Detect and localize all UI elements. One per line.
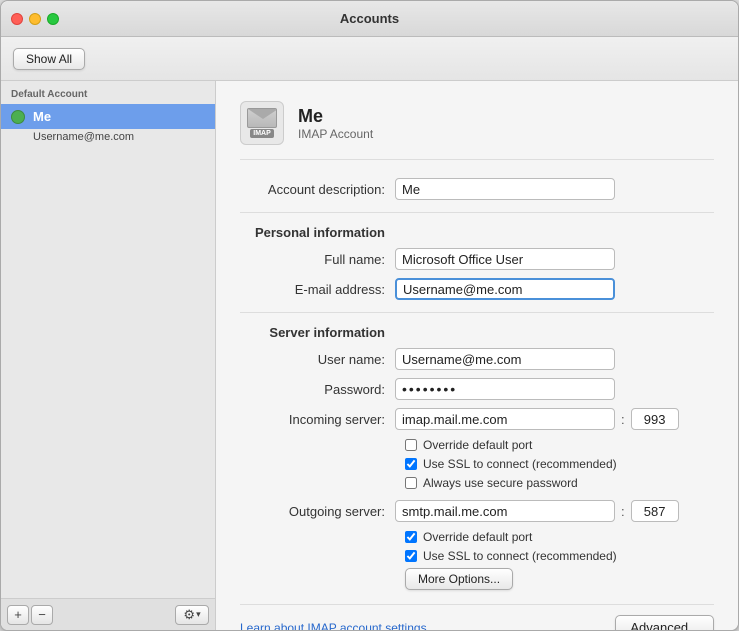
incoming-server-label: Incoming server:	[240, 412, 395, 427]
incoming-server-input[interactable]	[395, 408, 615, 430]
title-bar: Accounts	[1, 1, 738, 37]
sidebar-footer: + − ⚙ ▾	[1, 598, 215, 630]
show-all-button[interactable]: Show All	[13, 48, 85, 70]
account-display-name: Me	[298, 106, 373, 127]
sidebar-header: Default Account	[1, 81, 215, 104]
gear-icon: ⚙	[183, 607, 195, 623]
divider-2	[240, 312, 714, 313]
divider-1	[240, 212, 714, 213]
sidebar-account-email: Username@me.com	[1, 129, 215, 147]
email-row: E-mail address:	[240, 278, 714, 300]
sidebar-account-name: Me	[33, 109, 51, 124]
outgoing-server-input[interactable]	[395, 500, 615, 522]
content-area: Default Account Me Username@me.com + − ⚙	[1, 81, 738, 630]
sidebar-account-item[interactable]: Me	[1, 104, 215, 129]
use-ssl-outgoing-label: Use SSL to connect (recommended)	[423, 549, 617, 563]
personal-info-section-label: Personal information	[240, 225, 395, 240]
account-icon: IMAP	[240, 101, 284, 145]
outgoing-server-fields: :	[395, 500, 679, 522]
more-options-button[interactable]: More Options...	[405, 568, 513, 590]
account-title-block: Me IMAP Account	[298, 106, 373, 141]
window-title: Accounts	[340, 11, 399, 26]
override-outgoing-checkbox[interactable]	[405, 531, 417, 543]
sidebar: Default Account Me Username@me.com + − ⚙	[1, 81, 216, 630]
gear-arrow-icon: ▾	[196, 609, 201, 620]
learn-link[interactable]: Learn about IMAP account settings	[240, 621, 427, 631]
username-input[interactable]	[395, 348, 615, 370]
account-type-label: IMAP Account	[298, 127, 373, 141]
email-input[interactable]	[395, 278, 615, 300]
outgoing-server-row: Outgoing server: :	[240, 500, 714, 522]
full-name-row: Full name:	[240, 248, 714, 270]
toolbar: Show All	[1, 37, 738, 81]
override-outgoing-row: Override default port	[240, 530, 714, 544]
personal-info-section-row: Personal information	[240, 225, 714, 240]
email-label: E-mail address:	[240, 282, 395, 297]
gear-menu-button[interactable]: ⚙ ▾	[175, 605, 209, 625]
outgoing-port-separator: :	[621, 504, 625, 519]
use-ssl-incoming-checkbox[interactable]	[405, 458, 417, 470]
add-account-button[interactable]: +	[7, 605, 29, 625]
password-input[interactable]	[395, 378, 615, 400]
account-header: IMAP Me IMAP Account	[240, 101, 714, 160]
account-description-label: Account description:	[240, 182, 395, 197]
main-window: Accounts Show All Default Account Me Use…	[0, 0, 739, 631]
always-secure-checkbox[interactable]	[405, 477, 417, 489]
traffic-lights	[11, 13, 59, 25]
override-incoming-row: Override default port	[240, 438, 714, 452]
more-options-row: More Options...	[240, 568, 714, 590]
use-ssl-incoming-label: Use SSL to connect (recommended)	[423, 457, 617, 471]
ssl-outgoing-row: Use SSL to connect (recommended)	[240, 549, 714, 563]
remove-account-button[interactable]: −	[31, 605, 53, 625]
use-ssl-outgoing-checkbox[interactable]	[405, 550, 417, 562]
outgoing-server-label: Outgoing server:	[240, 504, 395, 519]
imap-badge: IMAP	[250, 129, 274, 138]
outgoing-port-input[interactable]	[631, 500, 679, 522]
ssl-incoming-row: Use SSL to connect (recommended)	[240, 457, 714, 471]
password-label: Password:	[240, 382, 395, 397]
account-status-icon	[11, 110, 25, 124]
username-label: User name:	[240, 352, 395, 367]
bottom-bar: Learn about IMAP account settings Advanc…	[240, 604, 714, 630]
main-panel: IMAP Me IMAP Account Account description…	[216, 81, 738, 630]
account-description-row: Account description:	[240, 178, 714, 200]
incoming-port-input[interactable]	[631, 408, 679, 430]
account-description-input[interactable]	[395, 178, 615, 200]
always-secure-label: Always use secure password	[423, 476, 578, 490]
advanced-button[interactable]: Advanced...	[615, 615, 714, 630]
override-outgoing-label: Override default port	[423, 530, 532, 544]
override-default-port-label: Override default port	[423, 438, 532, 452]
close-button[interactable]	[11, 13, 23, 25]
password-row: Password:	[240, 378, 714, 400]
username-row: User name:	[240, 348, 714, 370]
override-default-port-checkbox[interactable]	[405, 439, 417, 451]
always-secure-row: Always use secure password	[240, 476, 714, 490]
server-info-section-row: Server information	[240, 325, 714, 340]
incoming-port-separator: :	[621, 412, 625, 427]
full-name-label: Full name:	[240, 252, 395, 267]
sidebar-footer-buttons: + −	[7, 605, 53, 625]
maximize-button[interactable]	[47, 13, 59, 25]
full-name-input[interactable]	[395, 248, 615, 270]
minimize-button[interactable]	[29, 13, 41, 25]
incoming-server-fields: :	[395, 408, 679, 430]
envelope-icon	[247, 108, 277, 128]
server-info-section-label: Server information	[240, 325, 395, 340]
incoming-server-row: Incoming server: :	[240, 408, 714, 430]
